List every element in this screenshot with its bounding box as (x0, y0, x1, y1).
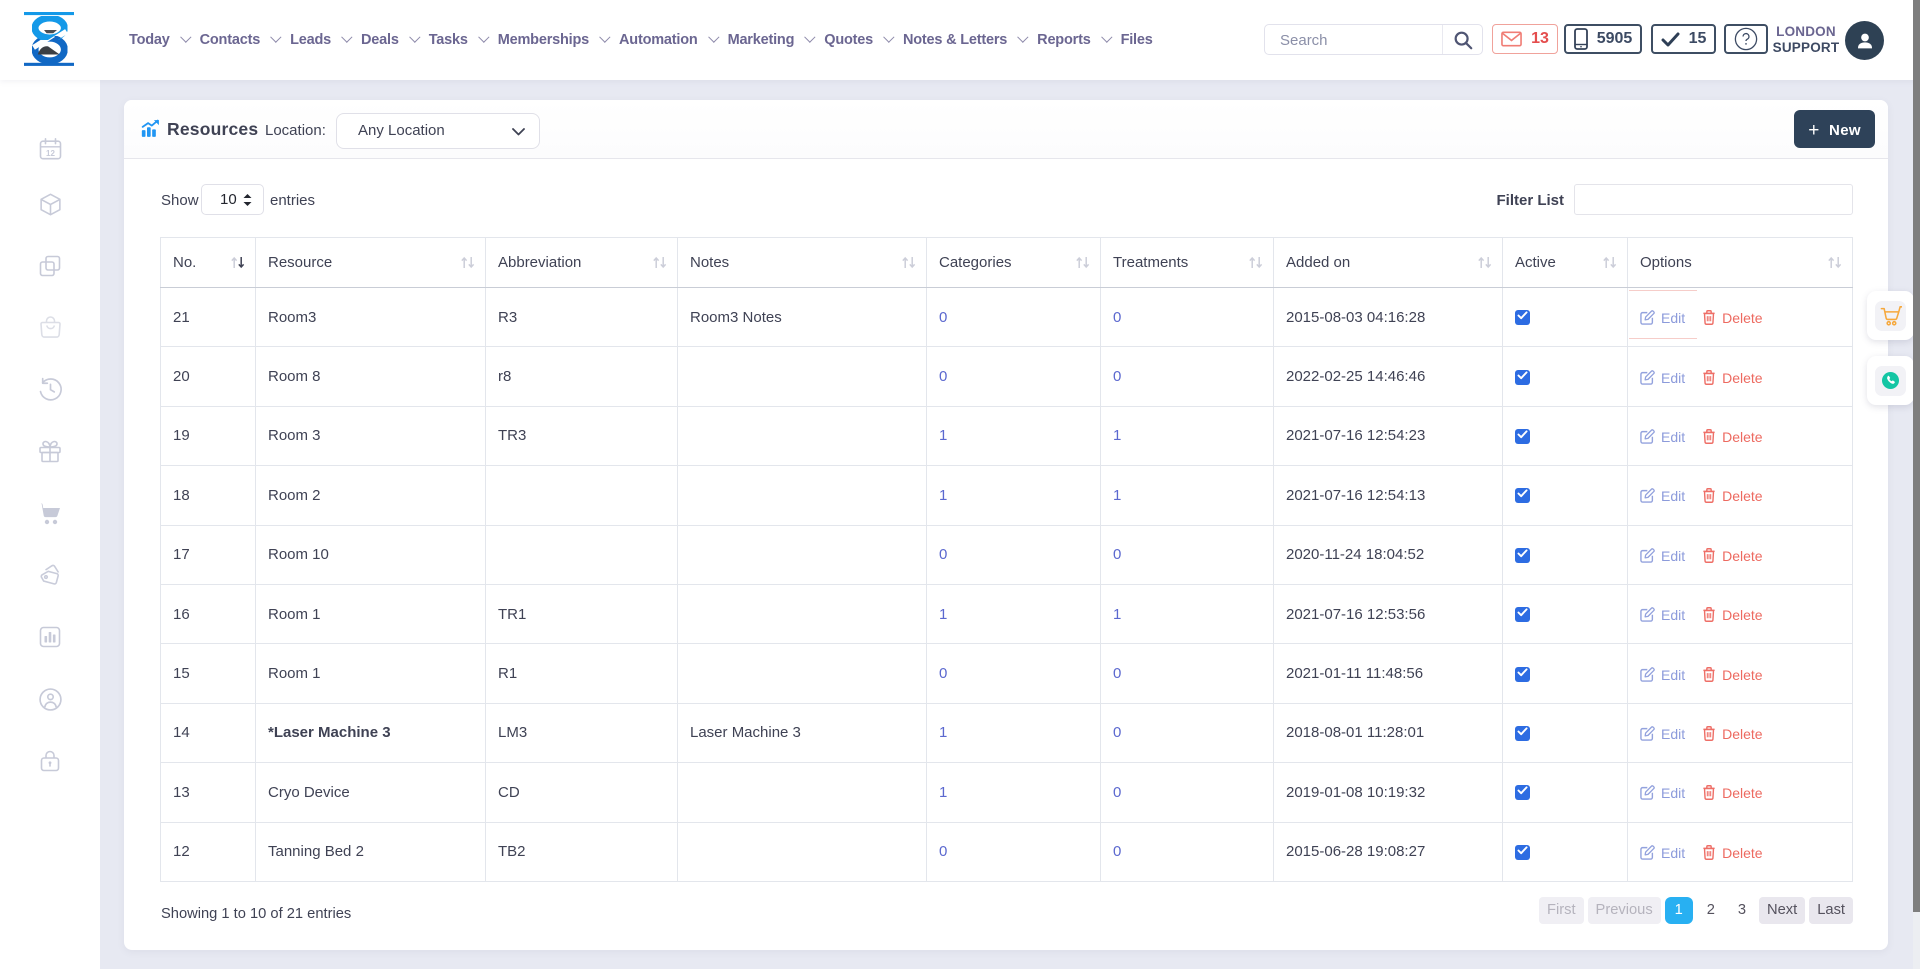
svg-text:12: 12 (46, 149, 55, 158)
